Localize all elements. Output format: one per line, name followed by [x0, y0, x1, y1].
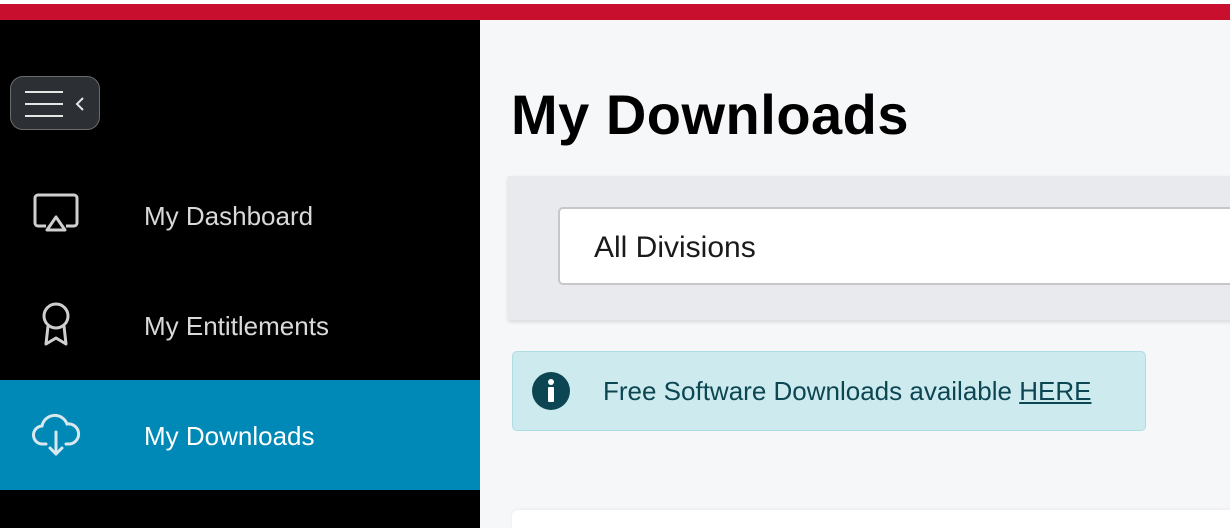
- app-window: My Dashboard My Entitlements My Download…: [0, 0, 1230, 528]
- page-title: My Downloads: [511, 83, 910, 146]
- main-content: My Downloads All Divisions Free Software…: [480, 20, 1230, 528]
- sidebar: My Dashboard My Entitlements My Download…: [0, 20, 480, 528]
- alert-text: Free Software Downloads available: [603, 376, 1020, 406]
- cloud-download-icon: [32, 413, 81, 456]
- brand-accent-stripe: [0, 4, 1230, 20]
- award-ribbon-icon: [42, 302, 70, 346]
- filter-panel: All Divisions: [508, 176, 1230, 320]
- sidebar-item-dashboard[interactable]: My Dashboard: [0, 160, 480, 270]
- content-card: [512, 510, 1230, 528]
- alert-message: Free Software Downloads available HERE: [603, 376, 1091, 407]
- division-select[interactable]: All Divisions: [558, 207, 1230, 285]
- monitor-icon: [33, 193, 79, 232]
- menu-collapse-icon: [25, 91, 84, 117]
- top-header-bar: [0, 0, 1230, 20]
- sidebar-item-entitlements[interactable]: My Entitlements: [0, 270, 480, 380]
- info-icon: [532, 372, 570, 410]
- sidebar-item-label: My Downloads: [144, 421, 315, 451]
- here-link[interactable]: HERE: [1019, 376, 1091, 406]
- sidebar-item-label: My Dashboard: [144, 201, 314, 231]
- division-select-value: All Divisions: [594, 231, 756, 264]
- info-alert: Free Software Downloads available HERE: [512, 351, 1146, 431]
- sidebar-item-label: My Entitlements: [144, 311, 329, 341]
- sidebar-item-downloads[interactable]: My Downloads: [0, 380, 480, 490]
- sidebar-toggle-button[interactable]: [10, 76, 100, 130]
